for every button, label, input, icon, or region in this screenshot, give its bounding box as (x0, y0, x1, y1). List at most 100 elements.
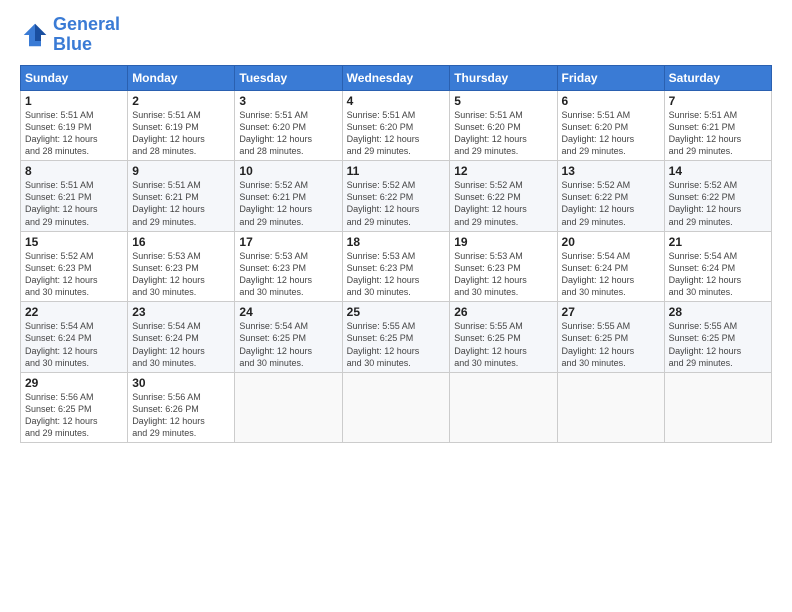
day-number: 3 (239, 94, 337, 108)
day-number: 7 (669, 94, 767, 108)
calendar-cell (235, 372, 342, 443)
day-number: 19 (454, 235, 552, 249)
weekday-header-monday: Monday (128, 65, 235, 90)
day-info: Sunrise: 5:51 AM Sunset: 6:21 PM Dayligh… (25, 179, 123, 228)
day-number: 6 (562, 94, 660, 108)
day-number: 21 (669, 235, 767, 249)
calendar: SundayMondayTuesdayWednesdayThursdayFrid… (20, 65, 772, 444)
day-number: 27 (562, 305, 660, 319)
calendar-cell (342, 372, 450, 443)
day-info: Sunrise: 5:54 AM Sunset: 6:24 PM Dayligh… (562, 250, 660, 299)
calendar-cell: 27Sunrise: 5:55 AM Sunset: 6:25 PM Dayli… (557, 302, 664, 373)
calendar-cell: 24Sunrise: 5:54 AM Sunset: 6:25 PM Dayli… (235, 302, 342, 373)
calendar-cell (557, 372, 664, 443)
day-number: 28 (669, 305, 767, 319)
day-info: Sunrise: 5:52 AM Sunset: 6:22 PM Dayligh… (669, 179, 767, 228)
day-number: 1 (25, 94, 123, 108)
calendar-cell: 30Sunrise: 5:56 AM Sunset: 6:26 PM Dayli… (128, 372, 235, 443)
logo: General Blue (20, 15, 120, 55)
day-number: 29 (25, 376, 123, 390)
day-number: 17 (239, 235, 337, 249)
day-info: Sunrise: 5:54 AM Sunset: 6:24 PM Dayligh… (669, 250, 767, 299)
day-number: 22 (25, 305, 123, 319)
calendar-cell: 1Sunrise: 5:51 AM Sunset: 6:19 PM Daylig… (21, 90, 128, 161)
calendar-cell: 5Sunrise: 5:51 AM Sunset: 6:20 PM Daylig… (450, 90, 557, 161)
day-info: Sunrise: 5:53 AM Sunset: 6:23 PM Dayligh… (454, 250, 552, 299)
day-number: 18 (347, 235, 446, 249)
calendar-cell (450, 372, 557, 443)
day-number: 23 (132, 305, 230, 319)
day-info: Sunrise: 5:55 AM Sunset: 6:25 PM Dayligh… (562, 320, 660, 369)
day-info: Sunrise: 5:54 AM Sunset: 6:25 PM Dayligh… (239, 320, 337, 369)
logo-icon (20, 20, 50, 50)
day-number: 30 (132, 376, 230, 390)
weekday-header-saturday: Saturday (664, 65, 771, 90)
calendar-week-2: 8Sunrise: 5:51 AM Sunset: 6:21 PM Daylig… (21, 161, 772, 232)
calendar-cell: 11Sunrise: 5:52 AM Sunset: 6:22 PM Dayli… (342, 161, 450, 232)
calendar-cell: 17Sunrise: 5:53 AM Sunset: 6:23 PM Dayli… (235, 231, 342, 302)
calendar-cell: 18Sunrise: 5:53 AM Sunset: 6:23 PM Dayli… (342, 231, 450, 302)
day-number: 24 (239, 305, 337, 319)
calendar-cell: 28Sunrise: 5:55 AM Sunset: 6:25 PM Dayli… (664, 302, 771, 373)
calendar-cell: 6Sunrise: 5:51 AM Sunset: 6:20 PM Daylig… (557, 90, 664, 161)
day-info: Sunrise: 5:53 AM Sunset: 6:23 PM Dayligh… (132, 250, 230, 299)
header: General Blue (20, 15, 772, 55)
day-number: 16 (132, 235, 230, 249)
day-info: Sunrise: 5:52 AM Sunset: 6:21 PM Dayligh… (239, 179, 337, 228)
day-info: Sunrise: 5:52 AM Sunset: 6:22 PM Dayligh… (347, 179, 446, 228)
calendar-cell: 2Sunrise: 5:51 AM Sunset: 6:19 PM Daylig… (128, 90, 235, 161)
calendar-week-3: 15Sunrise: 5:52 AM Sunset: 6:23 PM Dayli… (21, 231, 772, 302)
weekday-header-thursday: Thursday (450, 65, 557, 90)
day-info: Sunrise: 5:52 AM Sunset: 6:22 PM Dayligh… (562, 179, 660, 228)
calendar-cell: 26Sunrise: 5:55 AM Sunset: 6:25 PM Dayli… (450, 302, 557, 373)
day-number: 26 (454, 305, 552, 319)
calendar-cell (664, 372, 771, 443)
day-info: Sunrise: 5:51 AM Sunset: 6:20 PM Dayligh… (454, 109, 552, 158)
calendar-cell: 3Sunrise: 5:51 AM Sunset: 6:20 PM Daylig… (235, 90, 342, 161)
day-info: Sunrise: 5:54 AM Sunset: 6:24 PM Dayligh… (25, 320, 123, 369)
day-info: Sunrise: 5:55 AM Sunset: 6:25 PM Dayligh… (669, 320, 767, 369)
calendar-cell: 8Sunrise: 5:51 AM Sunset: 6:21 PM Daylig… (21, 161, 128, 232)
day-info: Sunrise: 5:51 AM Sunset: 6:20 PM Dayligh… (347, 109, 446, 158)
day-info: Sunrise: 5:52 AM Sunset: 6:22 PM Dayligh… (454, 179, 552, 228)
calendar-week-1: 1Sunrise: 5:51 AM Sunset: 6:19 PM Daylig… (21, 90, 772, 161)
day-info: Sunrise: 5:56 AM Sunset: 6:26 PM Dayligh… (132, 391, 230, 440)
day-info: Sunrise: 5:53 AM Sunset: 6:23 PM Dayligh… (239, 250, 337, 299)
day-number: 20 (562, 235, 660, 249)
calendar-cell: 15Sunrise: 5:52 AM Sunset: 6:23 PM Dayli… (21, 231, 128, 302)
calendar-week-4: 22Sunrise: 5:54 AM Sunset: 6:24 PM Dayli… (21, 302, 772, 373)
day-info: Sunrise: 5:51 AM Sunset: 6:21 PM Dayligh… (132, 179, 230, 228)
calendar-cell: 29Sunrise: 5:56 AM Sunset: 6:25 PM Dayli… (21, 372, 128, 443)
calendar-cell: 22Sunrise: 5:54 AM Sunset: 6:24 PM Dayli… (21, 302, 128, 373)
day-info: Sunrise: 5:55 AM Sunset: 6:25 PM Dayligh… (454, 320, 552, 369)
calendar-cell: 19Sunrise: 5:53 AM Sunset: 6:23 PM Dayli… (450, 231, 557, 302)
calendar-cell: 9Sunrise: 5:51 AM Sunset: 6:21 PM Daylig… (128, 161, 235, 232)
calendar-cell: 14Sunrise: 5:52 AM Sunset: 6:22 PM Dayli… (664, 161, 771, 232)
calendar-cell: 25Sunrise: 5:55 AM Sunset: 6:25 PM Dayli… (342, 302, 450, 373)
day-info: Sunrise: 5:51 AM Sunset: 6:19 PM Dayligh… (132, 109, 230, 158)
day-number: 25 (347, 305, 446, 319)
calendar-week-5: 29Sunrise: 5:56 AM Sunset: 6:25 PM Dayli… (21, 372, 772, 443)
day-info: Sunrise: 5:54 AM Sunset: 6:24 PM Dayligh… (132, 320, 230, 369)
day-info: Sunrise: 5:51 AM Sunset: 6:19 PM Dayligh… (25, 109, 123, 158)
logo-text: General Blue (53, 15, 120, 55)
calendar-cell: 20Sunrise: 5:54 AM Sunset: 6:24 PM Dayli… (557, 231, 664, 302)
weekday-header-sunday: Sunday (21, 65, 128, 90)
calendar-cell: 21Sunrise: 5:54 AM Sunset: 6:24 PM Dayli… (664, 231, 771, 302)
day-number: 2 (132, 94, 230, 108)
day-info: Sunrise: 5:51 AM Sunset: 6:21 PM Dayligh… (669, 109, 767, 158)
day-number: 5 (454, 94, 552, 108)
day-info: Sunrise: 5:53 AM Sunset: 6:23 PM Dayligh… (347, 250, 446, 299)
page: General Blue SundayMondayTuesdayWednesda… (0, 0, 792, 612)
day-number: 4 (347, 94, 446, 108)
weekday-header-tuesday: Tuesday (235, 65, 342, 90)
day-number: 11 (347, 164, 446, 178)
day-info: Sunrise: 5:51 AM Sunset: 6:20 PM Dayligh… (239, 109, 337, 158)
calendar-cell: 13Sunrise: 5:52 AM Sunset: 6:22 PM Dayli… (557, 161, 664, 232)
day-info: Sunrise: 5:51 AM Sunset: 6:20 PM Dayligh… (562, 109, 660, 158)
day-number: 14 (669, 164, 767, 178)
calendar-cell: 12Sunrise: 5:52 AM Sunset: 6:22 PM Dayli… (450, 161, 557, 232)
day-info: Sunrise: 5:56 AM Sunset: 6:25 PM Dayligh… (25, 391, 123, 440)
day-number: 10 (239, 164, 337, 178)
day-number: 15 (25, 235, 123, 249)
